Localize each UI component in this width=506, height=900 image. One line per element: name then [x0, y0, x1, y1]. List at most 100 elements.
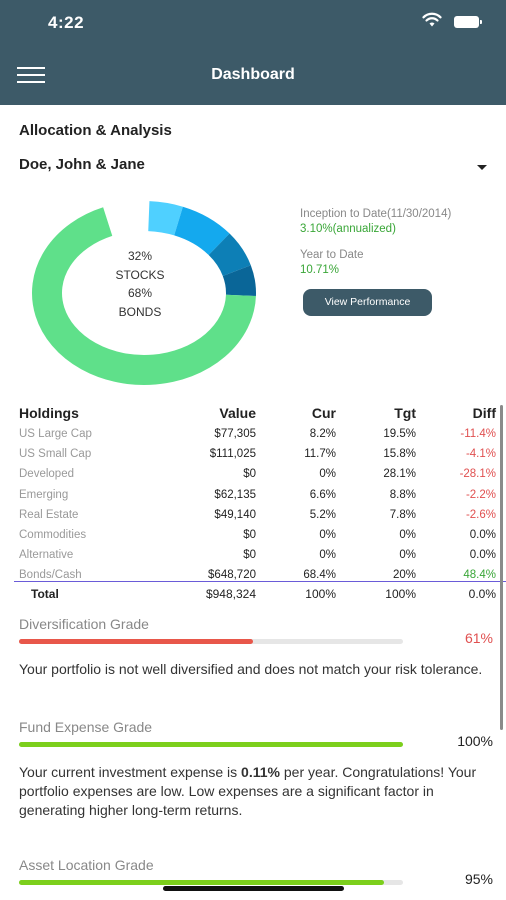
header-cur: Cur — [311, 405, 336, 421]
total-cur: 100% — [305, 587, 336, 601]
total-tgt: 100% — [385, 587, 416, 601]
holdings-table: Holdings Value Cur Tgt Diff US Large Cap… — [19, 402, 496, 586]
holding-value: $0 — [243, 468, 256, 481]
table-row: Bonds/Cash $648,720 68.4% 20% 48.4% — [19, 565, 496, 585]
holding-value: $49,140 — [214, 508, 256, 521]
holding-cur: 11.7% — [304, 448, 336, 461]
location-grade-bar — [19, 880, 403, 885]
chevron-down-icon — [477, 165, 487, 170]
scrollbar[interactable] — [500, 405, 503, 730]
account-selector[interactable]: Doe, John & Jane — [19, 156, 497, 178]
holding-cur: 0% — [319, 468, 336, 481]
holding-diff: -2.6% — [465, 508, 496, 521]
holding-value: $111,025 — [209, 448, 256, 461]
total-value: $948,324 — [205, 587, 256, 601]
holding-cur: 0% — [319, 529, 336, 542]
location-grade-percent: 95% — [464, 871, 493, 887]
table-row: Alternative $0 0% 0% 0.0% — [19, 545, 496, 565]
inception-value: 3.10%(annualized) — [300, 223, 396, 235]
bonds-percent: 68% — [127, 286, 153, 300]
status-icons — [422, 12, 482, 32]
ytd-label: Year to Date — [300, 249, 364, 261]
expense-grade-text: Your current investment expense is 0.11%… — [19, 763, 489, 820]
total-row: Total $948,324 100% 100% 0.0% — [19, 587, 496, 607]
location-grade-fill — [19, 880, 384, 885]
table-row: Commodities $0 0% 0% 0.0% — [19, 525, 496, 545]
donut-center-label: 32% STOCKS 68% BONDS — [110, 247, 170, 321]
total-label: Total — [31, 587, 59, 601]
holding-tgt: 15.8% — [383, 448, 416, 461]
holding-name: US Large Cap — [19, 428, 92, 441]
holding-tgt: 8.8% — [389, 488, 416, 501]
holding-cur: 8.2% — [309, 428, 336, 441]
ytd-value: 10.71% — [300, 264, 340, 276]
page-title: Dashboard — [211, 66, 295, 83]
header-diff: Diff — [472, 405, 496, 421]
stocks-label: STOCKS — [115, 267, 165, 282]
expense-grade-title: Fund Expense Grade — [19, 719, 153, 735]
view-performance-button[interactable]: View Performance — [303, 289, 432, 316]
diversification-grade-percent: 61% — [464, 630, 493, 646]
performance-summary: Inception to Date(11/30/2014) 3.10%(annu… — [300, 207, 506, 289]
holdings-header-row: Holdings Value Cur Tgt Diff — [19, 402, 496, 424]
expense-text-bold: 0.11% — [241, 764, 280, 780]
holding-diff: -28.1% — [459, 468, 496, 481]
table-row: Real Estate $49,140 5.2% 7.8% -2.6% — [19, 505, 496, 525]
holding-tgt: 28.1% — [383, 468, 416, 481]
diversification-grade-text: Your portfolio is not well diversified a… — [19, 661, 483, 677]
holding-tgt: 0% — [399, 529, 416, 542]
holding-name: Real Estate — [19, 508, 79, 521]
holding-tgt: 7.8% — [389, 508, 416, 521]
table-row: Developed $0 0% 28.1% -28.1% — [19, 464, 496, 484]
holding-value: $0 — [243, 549, 256, 562]
diversification-grade-fill — [19, 639, 254, 644]
holding-tgt: 19.5% — [383, 428, 416, 441]
holding-name: Alternative — [19, 549, 74, 562]
holding-diff: -2.2% — [465, 488, 496, 501]
holding-value: $62,135 — [214, 488, 256, 501]
app-header: 4:22 Dashboard — [0, 0, 506, 105]
holding-value: $77,305 — [214, 428, 256, 441]
table-row: US Large Cap $77,305 8.2% 19.5% -11.4% — [19, 424, 496, 444]
location-grade-title: Asset Location Grade — [19, 857, 154, 873]
home-indicator — [163, 886, 344, 891]
holding-name: Bonds/Cash — [19, 569, 82, 582]
expense-text-before: Your current investment expense is — [19, 764, 242, 780]
diversification-grade-title: Diversification Grade — [19, 616, 149, 632]
holding-cur: 6.6% — [309, 488, 336, 501]
holding-diff: 0.0% — [469, 529, 496, 542]
account-name: Doe, John & Jane — [19, 156, 145, 173]
status-time: 4:22 — [48, 13, 85, 32]
holding-diff: 0.0% — [469, 549, 496, 562]
holding-value: $0 — [243, 529, 256, 542]
expense-grade-bar — [19, 742, 403, 747]
bonds-label: BONDS — [118, 304, 162, 319]
header-value: Value — [219, 405, 256, 421]
holding-name: US Small Cap — [19, 448, 92, 461]
header-tgt: Tgt — [394, 405, 416, 421]
holding-tgt: 0% — [399, 549, 416, 562]
holding-value: $648,720 — [208, 569, 256, 582]
expense-grade-percent: 100% — [457, 733, 493, 749]
holding-name: Emerging — [19, 488, 69, 501]
stocks-percent: 32% — [127, 249, 153, 263]
table-row: Emerging $62,135 6.6% 8.8% -2.2% — [19, 485, 496, 505]
holding-name: Developed — [19, 468, 74, 481]
header-holdings: Holdings — [19, 405, 79, 421]
wifi-icon — [422, 12, 442, 27]
holding-cur: 68.4% — [303, 569, 336, 582]
holding-diff: -11.4% — [460, 428, 496, 441]
holding-name: Commodities — [19, 529, 87, 542]
donut-segment-1 — [173, 206, 230, 256]
table-divider — [14, 581, 506, 582]
diversification-grade-bar — [19, 639, 403, 644]
donut-segment-2 — [208, 233, 251, 277]
table-row: US Small Cap $111,025 11.7% 15.8% -4.1% — [19, 444, 496, 464]
allocation-donut: 32% STOCKS 68% BONDS — [30, 200, 258, 386]
donut-segment-3 — [222, 265, 256, 296]
donut-segment-0 — [147, 201, 183, 236]
section-title: Allocation & Analysis — [19, 122, 172, 139]
inception-label: Inception to Date(11/30/2014) — [300, 208, 452, 220]
battery-icon — [454, 16, 482, 28]
holding-cur: 0% — [319, 549, 336, 562]
